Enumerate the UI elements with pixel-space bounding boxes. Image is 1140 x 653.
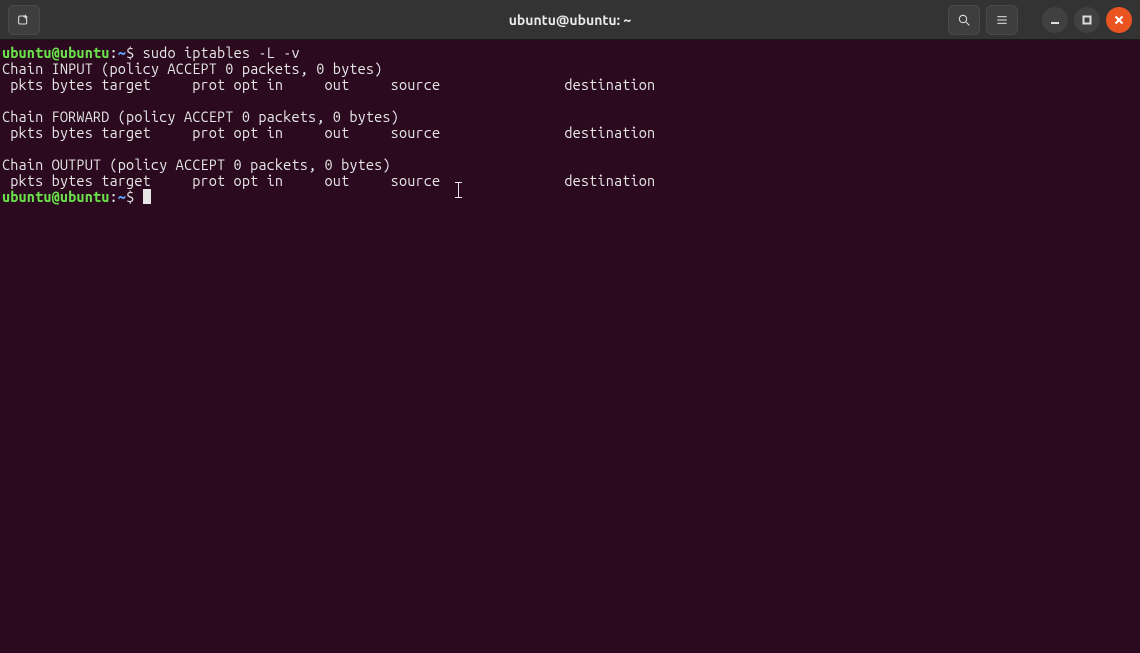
out-chain-forward: Chain FORWARD (policy ACCEPT 0 packets, …: [2, 108, 399, 125]
maximize-button[interactable]: [1074, 7, 1100, 33]
new-tab-button[interactable]: [8, 5, 40, 35]
terminal-output[interactable]: ubuntu@ubuntu:~$ sudo iptables -L -v Cha…: [0, 40, 1140, 210]
search-icon: [956, 12, 972, 28]
close-button[interactable]: [1106, 7, 1132, 33]
minimize-button[interactable]: [1042, 7, 1068, 33]
prompt-colon: :: [110, 44, 118, 61]
maximize-icon: [1082, 15, 1092, 25]
titlebar-right: [948, 5, 1132, 35]
command-1: sudo iptables -L -v: [134, 44, 299, 61]
window-title: ubuntu@ubuntu: ~: [509, 12, 632, 28]
titlebar: ubuntu@ubuntu: ~: [0, 0, 1140, 40]
prompt-user-host: ubuntu@ubuntu: [2, 44, 110, 61]
block-cursor: [143, 189, 151, 204]
hamburger-menu-icon: [994, 12, 1010, 28]
menu-button[interactable]: [986, 5, 1018, 35]
out-columns-2: pkts bytes target prot opt in out source…: [2, 124, 655, 141]
out-chain-input: Chain INPUT (policy ACCEPT 0 packets, 0 …: [2, 60, 382, 77]
out-chain-output: Chain OUTPUT (policy ACCEPT 0 packets, 0…: [2, 156, 391, 173]
minimize-icon: [1050, 15, 1060, 25]
close-icon: [1114, 15, 1124, 25]
prompt-colon-2: :: [110, 188, 118, 205]
search-button[interactable]: [948, 5, 980, 35]
out-columns-1: pkts bytes target prot opt in out source…: [2, 76, 655, 93]
prompt-dollar-2: $: [126, 188, 134, 205]
prompt-user-host-2: ubuntu@ubuntu: [2, 188, 110, 205]
out-columns-3: pkts bytes target prot opt in out source…: [2, 172, 655, 189]
prompt-path-2: ~: [118, 188, 126, 205]
titlebar-left: [8, 5, 40, 35]
new-tab-icon: [16, 12, 32, 28]
prompt-path: ~: [118, 44, 126, 61]
